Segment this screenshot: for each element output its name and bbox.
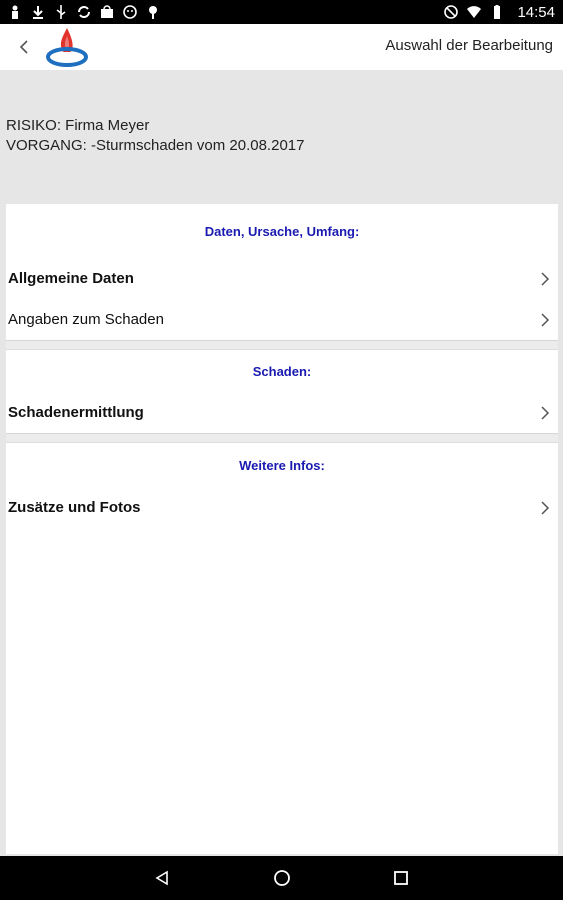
chevron-right-icon [541, 312, 550, 327]
app-logo [46, 28, 88, 67]
do-not-disturb-icon [444, 5, 459, 19]
status-notifications [8, 5, 160, 19]
download-icon [33, 6, 43, 19]
app-bar: Auswahl der Bearbeitung [0, 24, 563, 70]
list-item-allgemeine-daten[interactable]: Allgemeine Daten [6, 258, 558, 299]
nav-recents-button[interactable] [389, 866, 413, 890]
chevron-right-icon [541, 405, 550, 420]
list-item-label: Allgemeine Daten [8, 270, 134, 287]
info-panel: RISIKO: Firma Meyer VORGANG: -Sturmschad… [0, 70, 563, 196]
nav-back-button[interactable] [150, 866, 174, 890]
section-data: Daten, Ursache, Umfang: Allgemeine Daten… [6, 204, 558, 340]
list-item-label: Zusätze und Fotos [8, 499, 141, 516]
recents-square-icon [394, 871, 408, 885]
list-item-schadenermittlung[interactable]: Schadenermittlung [6, 392, 558, 433]
shopping-bag-icon [101, 5, 113, 18]
content-card: Daten, Ursache, Umfang: Allgemeine Daten… [6, 204, 558, 854]
list-item-angaben-zum-schaden[interactable]: Angaben zum Schaden [6, 299, 558, 340]
process-text: VORGANG: -Sturmschaden vom 20.08.2017 [6, 137, 305, 154]
section-header: Daten, Ursache, Umfang: [204, 223, 360, 239]
chevron-right-icon [541, 271, 550, 286]
list-item-zusaetze-und-fotos[interactable]: Zusätze und Fotos [6, 487, 558, 528]
wifi-icon [467, 6, 482, 18]
person-icon [12, 5, 18, 19]
face-icon [123, 5, 137, 19]
navigation-bar [0, 856, 563, 900]
section-divider [6, 340, 558, 350]
sync-icon [78, 6, 90, 18]
page-title: Auswahl der Bearbeitung [385, 37, 553, 54]
back-button[interactable] [14, 34, 34, 60]
section-weitere-infos: Weitere Infos: Zusätze und Fotos [6, 443, 558, 528]
chevron-left-icon [19, 40, 28, 54]
back-triangle-icon [155, 870, 168, 886]
section-divider [6, 433, 558, 443]
location-pin-icon [149, 6, 157, 19]
status-bar: 14:54 [0, 0, 563, 24]
section-header: Weitere Infos: [239, 457, 325, 473]
status-time: 14:54 [517, 3, 555, 21]
section-schaden: Schaden: Schadenermittlung [6, 350, 558, 433]
section-header: Schaden: [252, 363, 312, 379]
chevron-right-icon [541, 500, 550, 515]
status-system: 14:54 [444, 4, 555, 21]
home-circle-icon [274, 870, 290, 886]
battery-icon [494, 5, 501, 19]
usb-icon [56, 5, 66, 19]
risk-text: RISIKO: Firma Meyer [6, 117, 150, 134]
nav-home-button[interactable] [270, 866, 294, 890]
list-item-label: Schadenermittlung [8, 404, 144, 421]
list-item-label: Angaben zum Schaden [8, 311, 164, 328]
